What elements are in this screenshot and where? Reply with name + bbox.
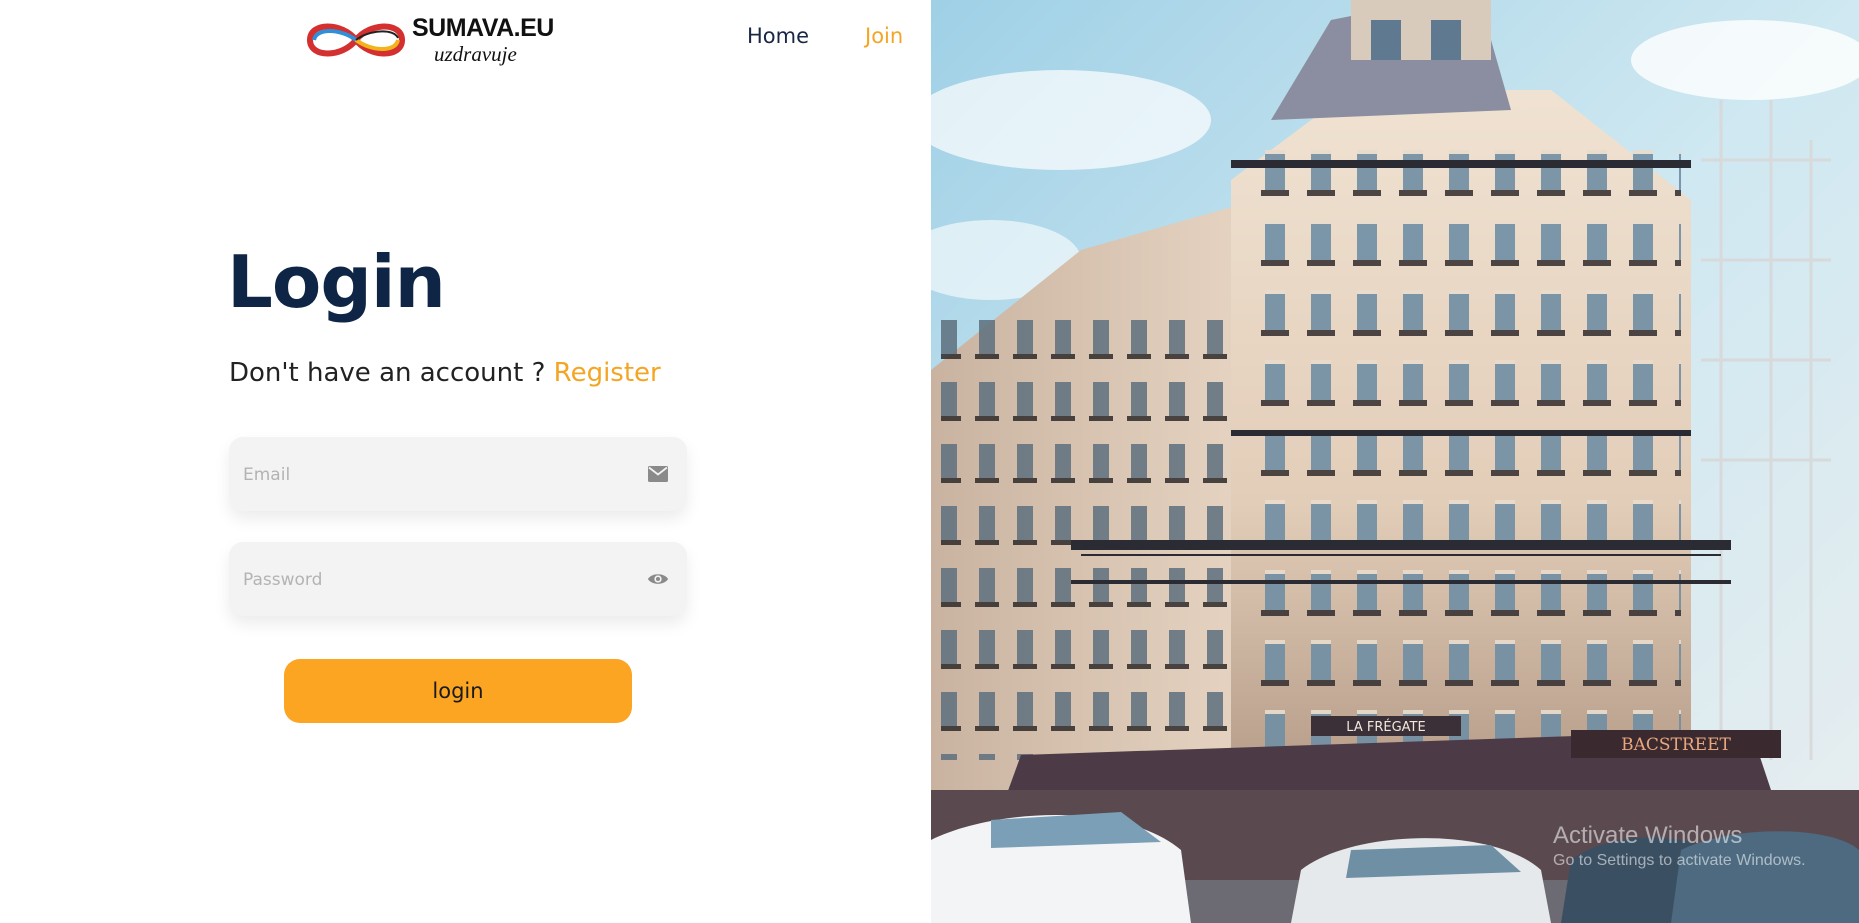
email-field[interactable] <box>241 437 615 513</box>
login-button[interactable]: login <box>284 659 632 723</box>
shop-sign: BACSTREET <box>1621 735 1731 755</box>
login-panel: SUMAVA.EU uzdravuje Home Join Login Don'… <box>0 0 931 923</box>
brand-name: SUMAVA.EU <box>412 14 554 42</box>
watermark-subtitle: Go to Settings to activate Windows. <box>1553 852 1806 869</box>
nav-join-link[interactable]: Join <box>865 24 903 48</box>
infinity-logo-icon <box>306 23 406 57</box>
login-page: SUMAVA.EU uzdravuje Home Join Login Don'… <box>0 0 1859 923</box>
page-title: Login <box>227 240 446 324</box>
windows-activation-watermark: Activate Windows Go to Settings to activ… <box>1553 822 1806 870</box>
hero-building-image: LA FRÉGATE BACSTREET Activate Windows Go… <box>931 0 1859 923</box>
password-field[interactable] <box>241 542 615 618</box>
brand-logo[interactable]: SUMAVA.EU uzdravuje <box>302 12 562 68</box>
nav-home-link[interactable]: Home <box>747 24 809 48</box>
watermark-title: Activate Windows <box>1553 822 1743 849</box>
top-nav: Home Join <box>747 24 903 48</box>
register-prompt: Don't have an account ? Register <box>229 358 661 388</box>
brand-tagline: uzdravuje <box>434 42 517 66</box>
register-prompt-text: Don't have an account ? <box>229 358 546 388</box>
email-field-container <box>229 437 687 513</box>
storefront-sign: LA FRÉGATE <box>1346 719 1425 735</box>
building-illustration: LA FRÉGATE BACSTREET <box>931 0 1859 923</box>
envelope-icon <box>647 463 669 485</box>
eye-icon[interactable] <box>647 568 669 590</box>
password-field-container <box>229 542 687 618</box>
register-link[interactable]: Register <box>554 358 661 388</box>
